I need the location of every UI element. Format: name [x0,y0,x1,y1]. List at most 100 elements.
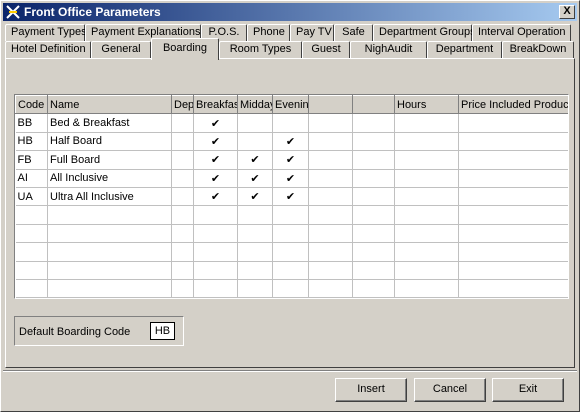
cell-empty[interactable] [47,224,172,244]
column-header-code[interactable]: Code [15,95,48,115]
cell-empty[interactable] [394,224,459,244]
table-row-empty[interactable] [15,224,568,244]
cell-empty[interactable] [352,187,395,207]
table-row-empty[interactable] [15,261,568,280]
cell-empty[interactable] [352,113,395,133]
cell-empty[interactable] [394,187,459,207]
column-header-name[interactable]: Name [47,95,172,115]
cell-empty[interactable] [458,169,568,188]
cell-name[interactable]: Full Board [47,150,172,170]
cell-empty[interactable] [458,150,568,170]
cell-evening-check[interactable] [272,113,309,133]
cell-empty[interactable] [308,261,353,280]
table-row-empty[interactable] [15,279,568,298]
column-header-evening[interactable]: Evenin [272,95,309,115]
boarding-grid[interactable]: Code Name Dep Breakfas Midday Evenin Hou… [14,94,569,299]
column-header-blank-1[interactable] [308,95,353,115]
cell-empty[interactable] [237,224,273,244]
cell-empty[interactable] [272,242,309,262]
cell-code[interactable]: UA [15,187,48,207]
insert-button[interactable]: Insert [335,378,407,402]
close-icon[interactable]: X [559,5,575,19]
cell-empty[interactable] [394,261,459,280]
cell-empty[interactable] [15,224,48,244]
cell-empty[interactable] [394,205,459,225]
cell-empty[interactable] [272,279,309,298]
cell-evening-check[interactable]: ✔ [272,187,309,207]
tab-breakdown[interactable]: BreakDown [502,41,574,58]
cell-midday-check[interactable]: ✔ [237,150,273,170]
cell-empty[interactable] [458,187,568,207]
cell-empty[interactable] [171,224,194,244]
cell-midday-check[interactable]: ✔ [237,187,273,207]
cell-empty[interactable] [394,169,459,188]
cell-empty[interactable] [352,261,395,280]
cell-empty[interactable] [15,261,48,280]
cell-empty[interactable] [171,169,194,188]
cell-breakfast-check[interactable]: ✔ [193,113,238,133]
cell-empty[interactable] [394,132,459,152]
cell-empty[interactable] [193,242,238,262]
cell-empty[interactable] [237,242,273,262]
cell-empty[interactable] [171,187,194,207]
tab-safe[interactable]: Safe [334,24,373,41]
cell-empty[interactable] [458,279,568,298]
cell-empty[interactable] [193,224,238,244]
tab-general[interactable]: General [91,41,151,58]
cell-code[interactable]: HB [15,132,48,152]
cell-name[interactable]: Bed & Breakfast [47,113,172,133]
cell-empty[interactable] [193,261,238,280]
cell-evening-check[interactable]: ✔ [272,169,309,188]
cell-empty[interactable] [237,279,273,298]
cell-evening-check[interactable]: ✔ [272,150,309,170]
cell-empty[interactable] [47,279,172,298]
cell-empty[interactable] [308,279,353,298]
cell-empty[interactable] [171,242,194,262]
tab-pay-tv[interactable]: Pay TV [290,24,334,41]
tab-boarding[interactable]: Boarding [151,38,219,60]
column-header-midday[interactable]: Midday [237,95,273,115]
cell-empty[interactable] [308,169,353,188]
table-row-empty[interactable] [15,205,568,225]
cell-empty[interactable] [171,132,194,152]
tab-department[interactable]: Department [427,41,502,58]
column-header-breakfast[interactable]: Breakfas [193,95,238,115]
cell-empty[interactable] [394,279,459,298]
column-header-blank-2[interactable] [352,95,395,115]
table-row[interactable]: BB Bed & Breakfast ✔ [15,113,568,133]
table-row-empty[interactable] [15,242,568,262]
cell-empty[interactable] [458,224,568,244]
cell-empty[interactable] [15,205,48,225]
table-row[interactable]: UA Ultra All Inclusive ✔ ✔ ✔ [15,187,568,207]
cell-breakfast-check[interactable]: ✔ [193,169,238,188]
cell-empty[interactable] [308,150,353,170]
cell-midday-check[interactable] [237,132,273,152]
cell-empty[interactable] [458,242,568,262]
cell-name[interactable]: Ultra All Inclusive [47,187,172,207]
cell-name[interactable]: All Inclusive [47,169,172,188]
cell-empty[interactable] [308,132,353,152]
column-header-hours[interactable]: Hours [394,95,459,115]
column-header-dep[interactable]: Dep [171,95,194,115]
cell-breakfast-check[interactable]: ✔ [193,187,238,207]
cell-code[interactable]: FB [15,150,48,170]
tab-room-types[interactable]: Room Types [219,41,302,58]
cell-empty[interactable] [308,113,353,133]
cell-empty[interactable] [193,205,238,225]
cancel-button[interactable]: Cancel [414,378,486,402]
tab-payment-types[interactable]: Payment Types [5,24,87,41]
cell-empty[interactable] [171,279,194,298]
cell-empty[interactable] [193,279,238,298]
default-boarding-code-input[interactable]: HB [150,322,175,340]
cell-empty[interactable] [15,242,48,262]
cell-empty[interactable] [47,261,172,280]
cell-empty[interactable] [352,150,395,170]
cell-empty[interactable] [394,113,459,133]
cell-empty[interactable] [308,205,353,225]
cell-empty[interactable] [458,205,568,225]
cell-empty[interactable] [308,187,353,207]
cell-empty[interactable] [394,242,459,262]
table-row[interactable]: AI All Inclusive ✔ ✔ ✔ [15,169,568,188]
tab-hotel-definition[interactable]: Hotel Definition [5,41,91,58]
cell-empty[interactable] [272,261,309,280]
